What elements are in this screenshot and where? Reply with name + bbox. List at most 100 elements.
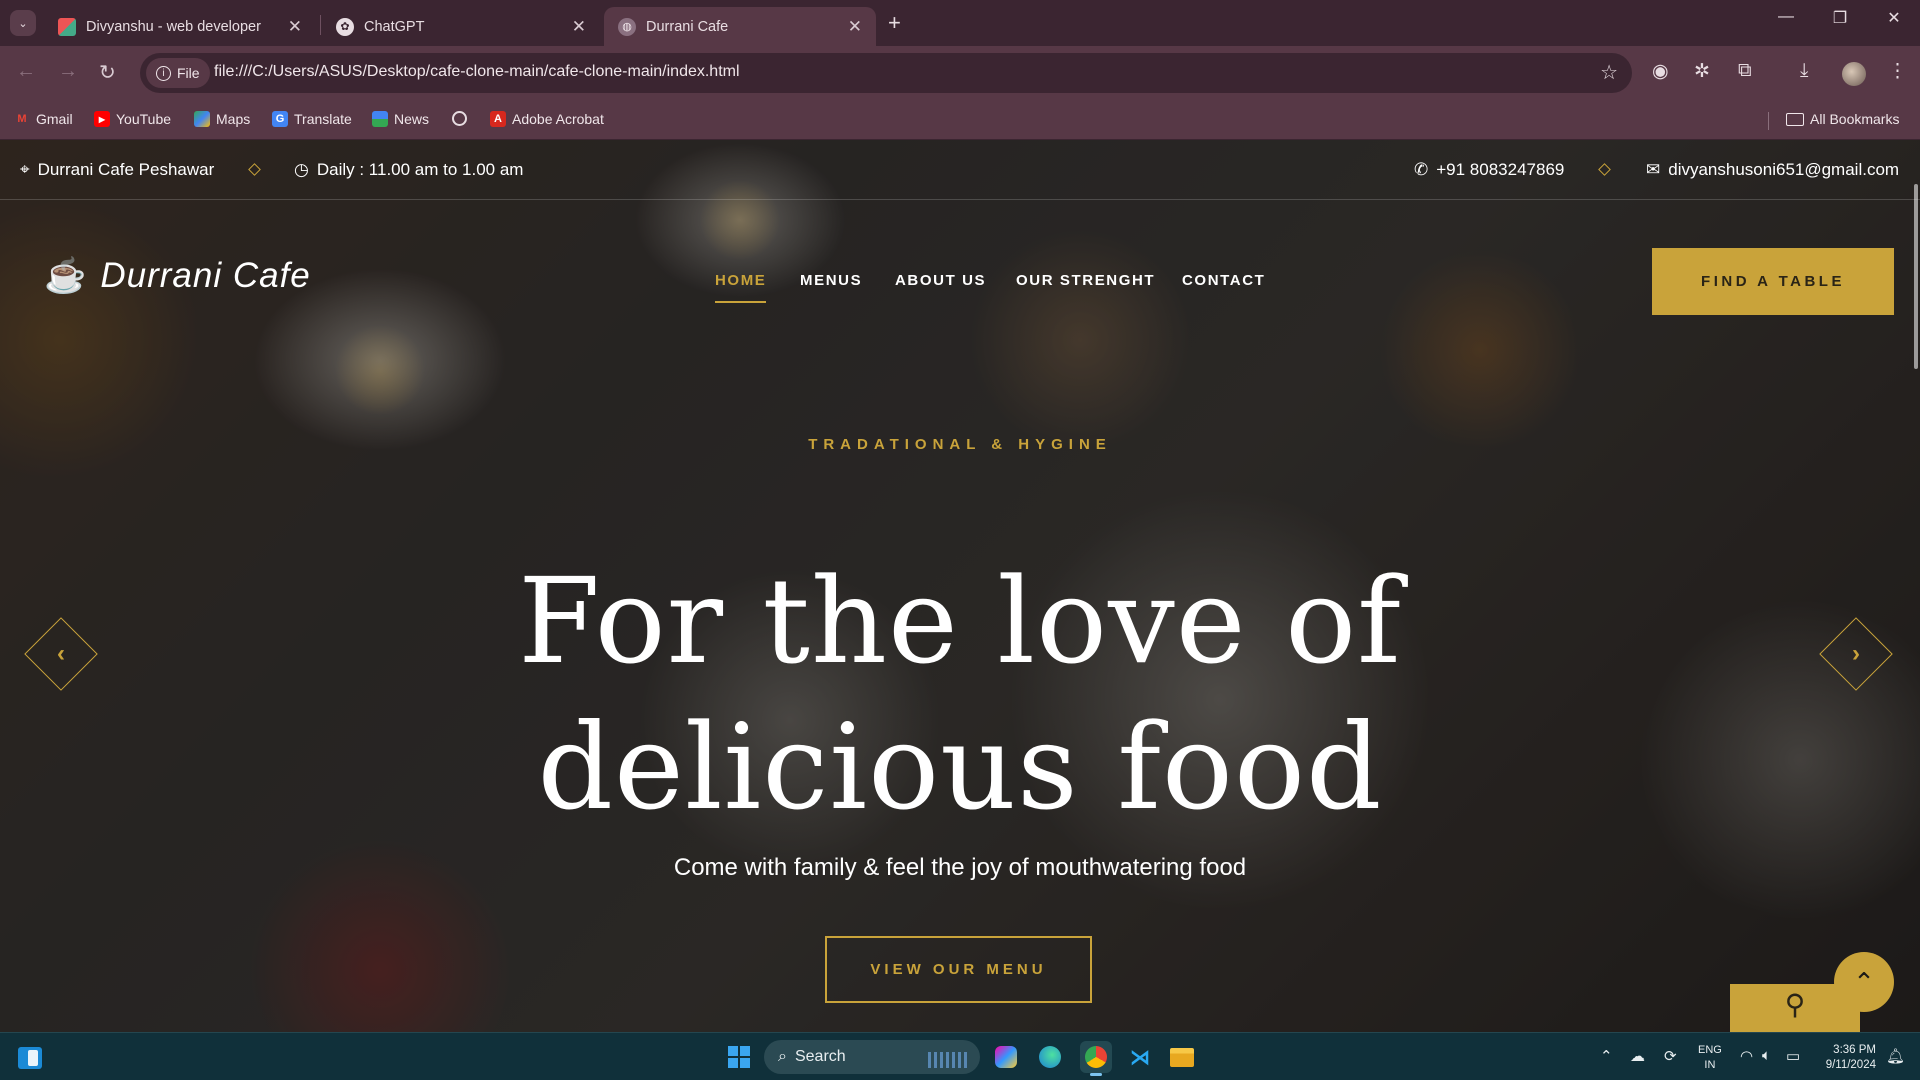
language-indicator[interactable]: ENG IN <box>1698 1043 1722 1073</box>
view-our-menu-button[interactable]: VIEW OUR MENU <box>825 936 1092 1003</box>
translate-icon: G <box>272 111 288 127</box>
portfolio-favicon-icon <box>58 17 76 36</box>
close-window-icon[interactable]: ✕ <box>1874 8 1914 28</box>
globe-icon <box>452 111 467 126</box>
bookmark-adobe-acrobat[interactable]: A Adobe Acrobat <box>490 111 604 127</box>
bookmark-youtube[interactable]: ▶ YouTube <box>94 111 171 127</box>
onedrive-cloud-icon[interactable]: ☁ <box>1630 1047 1645 1065</box>
location-info: ⌖ Durrani Cafe Peshawar <box>20 160 214 180</box>
browser-toolbar: ← → ↻ i File file:///C:/Users/ASUS/Deskt… <box>0 46 1920 102</box>
chrome-browser-icon[interactable] <box>1080 1041 1112 1076</box>
copilot-icon[interactable] <box>990 1041 1022 1073</box>
phone-text[interactable]: +91 8083247869 <box>1436 160 1564 180</box>
youtube-icon: ▶ <box>94 111 110 127</box>
bookmark-globe[interactable] <box>452 111 467 126</box>
bookmark-maps[interactable]: Maps <box>194 111 250 127</box>
maps-icon <box>194 111 210 127</box>
mail-icon: ✉ <box>1646 160 1661 179</box>
bookmark-label: Translate <box>294 111 352 127</box>
restore-window-icon[interactable]: ❐ <box>1820 8 1860 28</box>
phone-icon: ✆ <box>1414 160 1429 179</box>
hours-text: Daily : 11.00 am to 1.00 am <box>316 160 524 179</box>
hero-title-line-2: delicious food <box>537 698 1383 836</box>
record-extension-icon[interactable]: ◉ <box>1652 60 1669 83</box>
extensions-puzzle-icon[interactable]: ⧉ <box>1738 60 1752 82</box>
nav-about-us[interactable]: ABOUT US <box>895 272 986 289</box>
bookmark-label: News <box>394 111 430 127</box>
phone-info[interactable]: ✆ +91 8083247869 <box>1414 160 1564 180</box>
edge-browser-icon[interactable] <box>1034 1041 1066 1073</box>
tab-divider <box>320 15 321 35</box>
close-tab-icon[interactable]: ✕ <box>572 17 586 37</box>
forward-arrow-icon[interactable]: → <box>58 60 78 83</box>
back-arrow-icon[interactable]: ← <box>16 60 36 83</box>
find-a-table-button[interactable]: FIND A TABLE <box>1652 248 1894 315</box>
show-hidden-icons-chevron-icon[interactable]: ⌃ <box>1600 1047 1613 1065</box>
bookmark-gmail[interactable]: M Gmail <box>14 111 73 127</box>
nav-home[interactable]: HOME <box>715 272 767 303</box>
brand-logo[interactable]: ☕ Durrani Cafe <box>44 256 311 296</box>
reload-icon[interactable]: ↻ <box>99 60 116 85</box>
tab-durrani-cafe[interactable]: ◍ Durrani Cafe ✕ <box>604 7 876 46</box>
cafe-page: ⌖ Durrani Cafe Peshawar ◷ Daily : 11.00 … <box>0 140 1920 1032</box>
search-label: Search <box>794 1048 846 1065</box>
url-text[interactable]: file:///C:/Users/ASUS/Desktop/cafe-clone… <box>214 63 740 81</box>
hero-title: For the love of delicious food <box>0 548 1920 840</box>
search-highlight-icon <box>928 1052 968 1068</box>
browser-tab-bar: ⌄ Divyanshu - web developer ✕ ✿ ChatGPT … <box>0 0 1920 46</box>
file-explorer-icon[interactable] <box>1166 1041 1198 1073</box>
wifi-icon[interactable]: ◠ <box>1740 1047 1753 1065</box>
nav-contact[interactable]: CONTACT <box>1182 272 1265 289</box>
minimize-window-icon[interactable]: — <box>1766 8 1806 26</box>
bookmark-news[interactable]: News <box>372 111 429 127</box>
bookmark-star-icon[interactable]: ☆ <box>1600 60 1618 85</box>
nav-menus[interactable]: MENUS <box>800 272 862 289</box>
separator-diamond-icon <box>248 163 261 176</box>
coffee-cup-icon: ☕ <box>44 257 87 295</box>
new-tab-button[interactable]: + <box>888 10 901 36</box>
volume-icon[interactable]: 🔈︎ <box>1762 1047 1771 1064</box>
widgets-icon[interactable] <box>18 1047 42 1069</box>
close-tab-icon[interactable]: ✕ <box>288 17 302 37</box>
sync-icon[interactable]: ⟳ <box>1664 1047 1677 1065</box>
tab-title: Divyanshu - web developer <box>86 18 261 35</box>
site-info-chip[interactable]: i File <box>146 58 210 88</box>
all-bookmarks[interactable]: All Bookmarks <box>1786 111 1899 127</box>
bookmark-label: YouTube <box>116 111 172 127</box>
settings-extension-icon[interactable]: ✲ <box>1694 60 1710 83</box>
tab-divyanshu[interactable]: Divyanshu - web developer ✕ <box>44 7 316 46</box>
gmail-icon: M <box>17 113 27 125</box>
download-icon[interactable]: ⤓ <box>1800 60 1808 82</box>
profile-avatar[interactable] <box>1842 62 1866 86</box>
address-bar[interactable]: i File file:///C:/Users/ASUS/Desktop/caf… <box>140 53 1632 93</box>
adobe-acrobat-icon: A <box>490 111 506 127</box>
vscode-icon[interactable]: ⋊ <box>1124 1041 1156 1073</box>
nav-our-strength[interactable]: OUR STRENGHT <box>1016 272 1155 289</box>
all-bookmarks-label: All Bookmarks <box>1810 111 1900 127</box>
separator-diamond-icon <box>1598 163 1611 176</box>
bookmark-translate[interactable]: G Translate <box>272 111 352 127</box>
more-menu-icon[interactable]: ⋮ <box>1888 60 1907 83</box>
hero-title-line-1: For the love of <box>518 552 1402 690</box>
tab-title: Durrani Cafe <box>646 18 729 35</box>
bookmark-label: Maps <box>216 111 251 127</box>
hours-info: ◷ Daily : 11.00 am to 1.00 am <box>294 160 523 180</box>
hero-tagline: Come with family & feel the joy of mouth… <box>673 854 1247 881</box>
taskbar-search[interactable]: ⌕ Search <box>764 1040 980 1074</box>
system-clock[interactable]: 3:36 PM 9/11/2024 <box>1816 1043 1876 1073</box>
email-text[interactable]: divyanshusoni651@gmail.com <box>1668 160 1899 180</box>
tab-title: ChatGPT <box>364 18 425 35</box>
close-tab-icon[interactable]: ✕ <box>848 17 862 37</box>
tab-chatgpt[interactable]: ✿ ChatGPT ✕ <box>322 7 600 46</box>
windows-taskbar: ⌕ Search ⋊ ⌃ ☁ ⟳ ENG IN ◠ 🔈︎ ▭ 3:36 PM 9… <box>0 1032 1920 1080</box>
bookmark-label: Gmail <box>36 111 73 127</box>
battery-icon[interactable]: ▭ <box>1786 1047 1800 1065</box>
scroll-to-top-button[interactable]: ⌃ <box>1834 952 1894 1012</box>
windows-start-icon[interactable] <box>728 1046 750 1068</box>
location-text: Durrani Cafe Peshawar <box>37 160 215 179</box>
email-info[interactable]: ✉ divyanshusoni651@gmail.com <box>1646 160 1899 180</box>
notification-bell-icon[interactable]: 🔔︎ <box>1886 1047 1905 1065</box>
tab-search-button[interactable]: ⌄ <box>10 10 36 36</box>
page-scrollbar[interactable] <box>1914 184 1918 369</box>
chevron-right-icon: › <box>1852 640 1860 667</box>
